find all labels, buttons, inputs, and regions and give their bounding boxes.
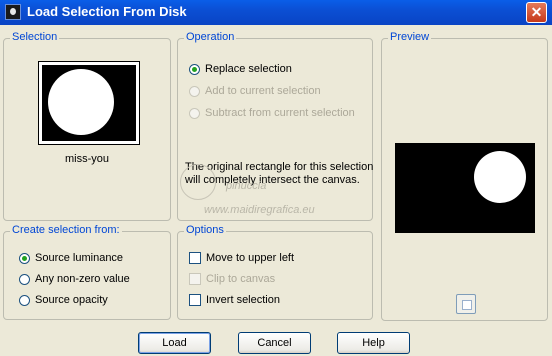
preview-group: Preview [381,31,548,321]
options-group-label: Options [184,224,226,236]
checkbox-label: Move to upper left [206,252,295,264]
app-icon [5,4,21,20]
checkbox-icon [189,273,201,285]
preview-toggle-button[interactable] [456,294,476,314]
checkbox-icon [189,252,201,264]
radio-add-to-current-selection[interactable]: Add to current selection [189,85,321,97]
selection-thumbnail-dropdown[interactable]: ▼ [38,61,140,145]
checkbox-label: Invert selection [206,294,280,306]
radio-button-icon [19,294,30,306]
radio-label: Source opacity [35,294,108,306]
radio-button-icon [189,85,200,97]
title-bar[interactable]: Load Selection From Disk ✕ [0,0,552,25]
radio-replace-selection[interactable]: Replace selection [189,63,292,75]
radio-subtract-from-current-selection[interactable]: Subtract from current selection [189,107,355,119]
radio-label: Subtract from current selection [205,107,355,119]
radio-label: Add to current selection [205,85,321,97]
radio-any-non-zero-value[interactable]: Any non-zero value [19,273,130,285]
checkbox-label: Clip to canvas [206,273,276,285]
dropdown-arrow-icon: ▼ [129,96,137,105]
window-title: Load Selection From Disk [27,4,187,19]
create-selection-from-group: Create selection from: Source luminance … [3,224,171,320]
options-group: Options Move to upper left Clip to canva… [177,224,373,320]
radio-label: Source luminance [35,252,124,264]
create-selection-from-label: Create selection from: [10,224,122,236]
selection-group: Selection ▼ miss-you [3,31,171,221]
checkbox-move-to-upper-left[interactable]: Move to upper left [189,252,294,264]
radio-source-opacity[interactable]: Source opacity [19,294,108,306]
selection-group-label: Selection [10,31,60,43]
load-button[interactable]: Load [138,332,211,354]
selection-thumbnail [42,65,136,141]
preview-image [395,143,535,233]
help-button[interactable]: Help [337,332,410,354]
operation-group-label: Operation [184,31,237,43]
checkbox-invert-selection[interactable]: Invert selection [189,294,280,306]
radio-button-icon [19,273,30,285]
radio-button-icon [189,63,200,75]
radio-button-icon [19,252,30,264]
radio-source-luminance[interactable]: Source luminance [19,252,123,264]
cancel-button[interactable]: Cancel [238,332,311,354]
selection-file-name: miss-you [64,153,109,165]
operation-group: Operation Replace selection Add to curre… [177,31,374,221]
close-button[interactable]: ✕ [526,2,547,23]
checkbox-clip-to-canvas[interactable]: Clip to canvas [189,273,275,285]
radio-label: Any non-zero value [35,273,130,285]
selection-shape-circle [48,69,114,135]
checkbox-icon [189,294,201,306]
operation-note: The original rectangle for this selectio… [185,161,374,186]
preview-circle [474,151,526,203]
radio-label: Replace selection [205,63,292,75]
radio-button-icon [189,107,200,119]
preview-group-label: Preview [388,31,432,43]
